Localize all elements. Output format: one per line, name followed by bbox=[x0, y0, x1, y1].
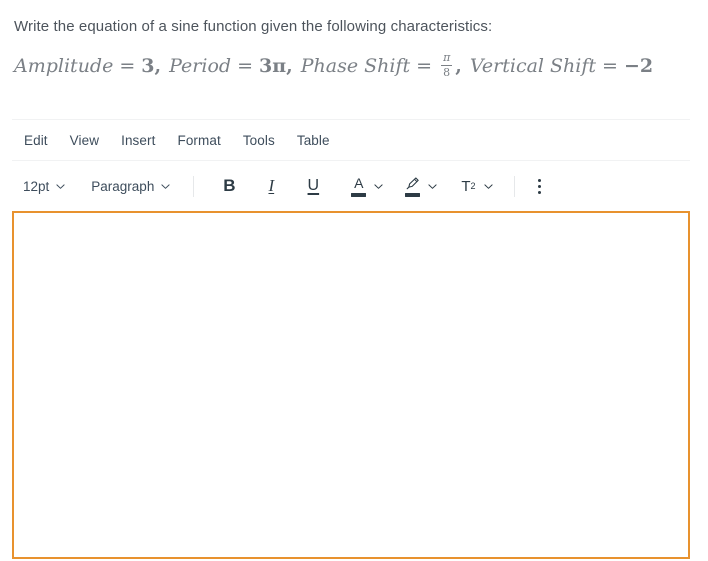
editor-toolbar: 12pt Paragraph B I U A T 2 bbox=[14, 170, 551, 202]
highlight-color-swatch bbox=[405, 192, 421, 197]
period-label: Period bbox=[169, 55, 232, 78]
question-prompt: Write the equation of a sine function gi… bbox=[14, 18, 493, 35]
divider-below-menubar bbox=[12, 160, 690, 161]
text-color-dropdown-toggle[interactable] bbox=[371, 174, 386, 198]
menu-item-edit[interactable]: Edit bbox=[14, 130, 59, 151]
menu-item-tools[interactable]: Tools bbox=[232, 130, 286, 151]
amplitude-value: 3 bbox=[141, 55, 155, 78]
divider-above-menubar bbox=[12, 119, 690, 120]
highlight-color-button[interactable] bbox=[400, 174, 425, 199]
amplitude-equals: = bbox=[119, 55, 136, 78]
script-format-group: T2 bbox=[456, 174, 495, 198]
chevron-down-icon bbox=[483, 182, 493, 191]
font-size-value: 12pt bbox=[23, 178, 50, 194]
amplitude-label: Amplitude bbox=[14, 55, 114, 78]
equation-comma-3: , bbox=[455, 55, 462, 78]
italic-button[interactable]: I bbox=[258, 173, 284, 199]
underline-button[interactable]: U bbox=[300, 173, 326, 199]
chevron-down-icon bbox=[161, 182, 170, 191]
highlighter-pen-icon bbox=[405, 177, 420, 191]
script-format-dropdown-toggle[interactable] bbox=[481, 174, 496, 198]
period-value: 3π bbox=[258, 55, 287, 78]
fraction-numerator: π bbox=[443, 51, 451, 64]
block-format-value: Paragraph bbox=[91, 178, 155, 194]
editor-content-area[interactable] bbox=[12, 211, 690, 559]
period-equals: = bbox=[237, 55, 253, 78]
kebab-dot bbox=[538, 184, 542, 188]
vertical-shift-value: −2 bbox=[623, 55, 654, 78]
text-color-swatch bbox=[351, 192, 367, 197]
superscript-base: T bbox=[461, 177, 471, 195]
editor-menubar: Edit View Insert Format Tools Table bbox=[14, 130, 341, 151]
vertical-shift-label: Vertical Shift bbox=[469, 55, 597, 78]
menu-item-format[interactable]: Format bbox=[166, 130, 231, 151]
superscript-button[interactable]: T2 bbox=[456, 175, 480, 198]
block-format-dropdown[interactable]: Paragraph bbox=[82, 175, 179, 198]
superscript-exponent: 2 bbox=[470, 181, 476, 191]
kebab-dot bbox=[538, 190, 542, 194]
chevron-down-icon bbox=[374, 182, 383, 191]
bold-button[interactable]: B bbox=[216, 173, 242, 199]
chevron-down-icon bbox=[428, 182, 437, 191]
kebab-dot bbox=[538, 178, 542, 182]
phase-shift-equals: = bbox=[416, 55, 433, 78]
more-options-kebab-icon[interactable] bbox=[529, 174, 551, 198]
fraction-denominator: 8 bbox=[443, 65, 451, 79]
highlight-color-group bbox=[400, 174, 440, 199]
text-color-group: A bbox=[346, 174, 386, 199]
chevron-down-icon bbox=[56, 182, 65, 191]
toolbar-separator-2 bbox=[513, 175, 515, 197]
font-size-dropdown[interactable]: 12pt bbox=[14, 175, 74, 198]
toolbar-separator-1 bbox=[193, 175, 195, 197]
equation-comma-1: , bbox=[154, 55, 162, 78]
phase-shift-fraction: π 8 bbox=[441, 51, 453, 79]
menu-item-view[interactable]: View bbox=[59, 130, 110, 151]
phase-shift-label: Phase Shift bbox=[300, 55, 411, 78]
text-color-button[interactable]: A bbox=[346, 174, 371, 199]
math-equation: Amplitude = 3 , Period = 3π , Phase Shif… bbox=[14, 51, 654, 79]
vertical-shift-equals: = bbox=[602, 55, 618, 78]
equation-comma-2: , bbox=[286, 55, 293, 78]
menu-item-insert[interactable]: Insert bbox=[110, 130, 166, 151]
menu-item-table[interactable]: Table bbox=[286, 130, 341, 151]
text-color-icon: A bbox=[354, 175, 364, 191]
highlight-color-dropdown-toggle[interactable] bbox=[425, 174, 440, 198]
